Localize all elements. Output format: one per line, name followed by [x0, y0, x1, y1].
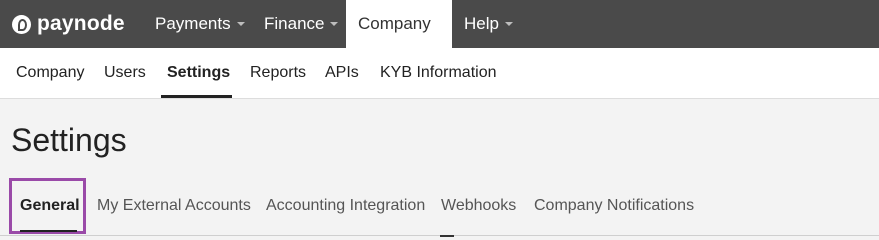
brand-name: paynode	[37, 12, 125, 35]
subnav-item-kyb-information[interactable]: KYB Information	[380, 48, 497, 98]
subnav-item-apis[interactable]: APIs	[325, 48, 359, 98]
subnav-item-reports[interactable]: Reports	[250, 48, 306, 98]
topnav-label: Payments	[155, 14, 231, 33]
subnav-item-settings[interactable]: Settings	[167, 48, 230, 98]
secondary-navbar: Company Users Settings Reports APIs KYB …	[0, 48, 879, 99]
subnav-item-users[interactable]: Users	[104, 48, 146, 98]
active-subnav-indicator	[161, 95, 232, 98]
subnav-item-company[interactable]: Company	[16, 48, 84, 98]
tab-my-external-accounts[interactable]: My External Accounts	[97, 178, 251, 234]
topnav-label: Help	[464, 14, 499, 33]
active-tab-highlight	[9, 178, 86, 234]
top-navbar: paynode Payments Finance Company Help	[0, 0, 879, 74]
tab-webhooks[interactable]: Webhooks	[441, 178, 516, 234]
topnav-payments[interactable]: Payments	[143, 0, 257, 48]
brand-logo[interactable]: paynode	[12, 12, 125, 36]
caret-down-icon	[236, 21, 245, 26]
active-tab-indicator	[20, 230, 77, 232]
tab-company-notifications[interactable]: Company Notifications	[534, 178, 694, 234]
page-title: Settings	[11, 122, 127, 158]
caret-down-icon	[330, 21, 339, 26]
topnav-label: Finance	[264, 14, 325, 33]
divider-marker	[440, 235, 454, 237]
caret-down-icon	[504, 21, 513, 26]
paynode-logo-icon	[12, 14, 31, 34]
topnav-label: Company	[358, 14, 431, 33]
settings-tabs: General My External Accounts Accounting …	[0, 178, 879, 240]
topnav-help[interactable]: Help	[452, 0, 525, 48]
tab-accounting-integration[interactable]: Accounting Integration	[266, 178, 425, 234]
topnav-finance[interactable]: Finance	[252, 0, 350, 48]
topnav-company[interactable]: Company	[346, 0, 452, 74]
